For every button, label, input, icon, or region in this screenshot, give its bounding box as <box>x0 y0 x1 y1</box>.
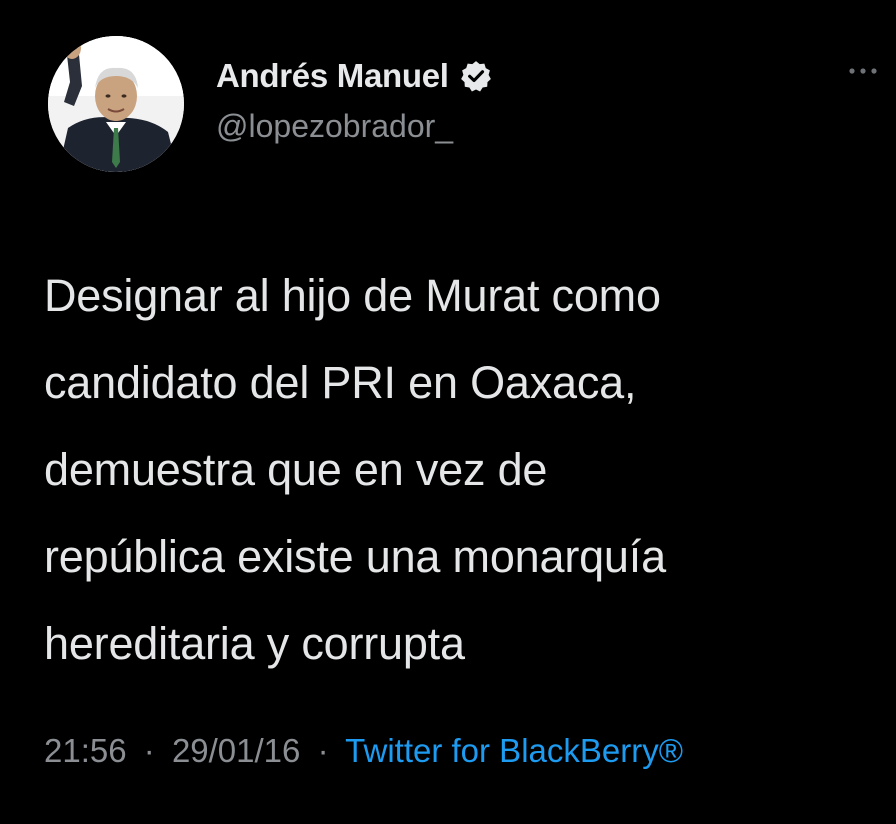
tweet-text-line: hereditaria y corrupta <box>44 618 465 669</box>
tweet-time[interactable]: 21:56 <box>44 732 127 769</box>
verified-badge-icon <box>459 59 493 93</box>
tweet-card: Andrés Manuel @lopezobrador_ Designar al… <box>0 0 896 824</box>
tweet-date[interactable]: 29/01/16 <box>172 732 300 769</box>
more-options-icon[interactable] <box>848 64 878 76</box>
user-name-row: Andrés Manuel <box>216 54 493 98</box>
tweet-text-line: república existe una monarquía <box>44 531 666 582</box>
separator: · <box>143 732 155 769</box>
avatar[interactable] <box>48 36 184 172</box>
user-handle[interactable]: @lopezobrador_ <box>216 108 453 145</box>
separator: · <box>317 732 329 769</box>
tweet-metadata: 21:56 · 29/01/16 · Twitter for BlackBerr… <box>44 732 683 770</box>
tweet-text-line: demuestra que en vez de <box>44 444 548 495</box>
tweet-text: Designar al hijo de Murat como candidato… <box>44 252 864 687</box>
display-name[interactable]: Andrés Manuel <box>216 57 449 95</box>
tweet-text-line: candidato del PRI en Oaxaca, <box>44 357 637 408</box>
tweet-source-link[interactable]: Twitter for BlackBerry® <box>345 732 683 769</box>
tweet-text-line: Designar al hijo de Murat como <box>44 270 661 321</box>
